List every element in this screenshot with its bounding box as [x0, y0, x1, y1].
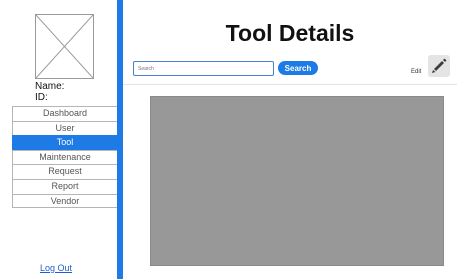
- edit-label: Edit: [411, 69, 422, 75]
- sidebar-item-report[interactable]: Report: [12, 178, 118, 194]
- page-title: Tool Details: [225, 20, 355, 46]
- name-label: Name:: [35, 81, 65, 92]
- user-info: Name: ID:: [35, 81, 64, 103]
- sidebar-nav: Dashboard User Tool Maintenance Request …: [12, 106, 118, 209]
- search-input[interactable]: [133, 61, 274, 76]
- sidebar-item-user[interactable]: User: [12, 120, 118, 136]
- logout-link[interactable]: Log Out: [40, 263, 72, 273]
- avatar-placeholder: [35, 14, 94, 79]
- sidebar-item-vendor[interactable]: Vendor: [12, 193, 118, 209]
- id-label: ID:: [35, 92, 48, 103]
- search-button[interactable]: Search: [278, 61, 318, 75]
- sidebar-item-dashboard[interactable]: Dashboard: [12, 106, 118, 121]
- sidebar-item-request[interactable]: Request: [12, 164, 118, 179]
- edit-button[interactable]: [428, 55, 450, 77]
- sidebar-item-maintenance[interactable]: Maintenance: [12, 149, 118, 165]
- sidebar: Name: ID: Dashboard User Tool Maintenanc…: [0, 0, 118, 279]
- header-divider: [123, 84, 457, 85]
- sidebar-item-tool[interactable]: Tool: [12, 135, 118, 150]
- tool-details-content-area: [150, 96, 444, 266]
- pencil-icon: [432, 58, 447, 73]
